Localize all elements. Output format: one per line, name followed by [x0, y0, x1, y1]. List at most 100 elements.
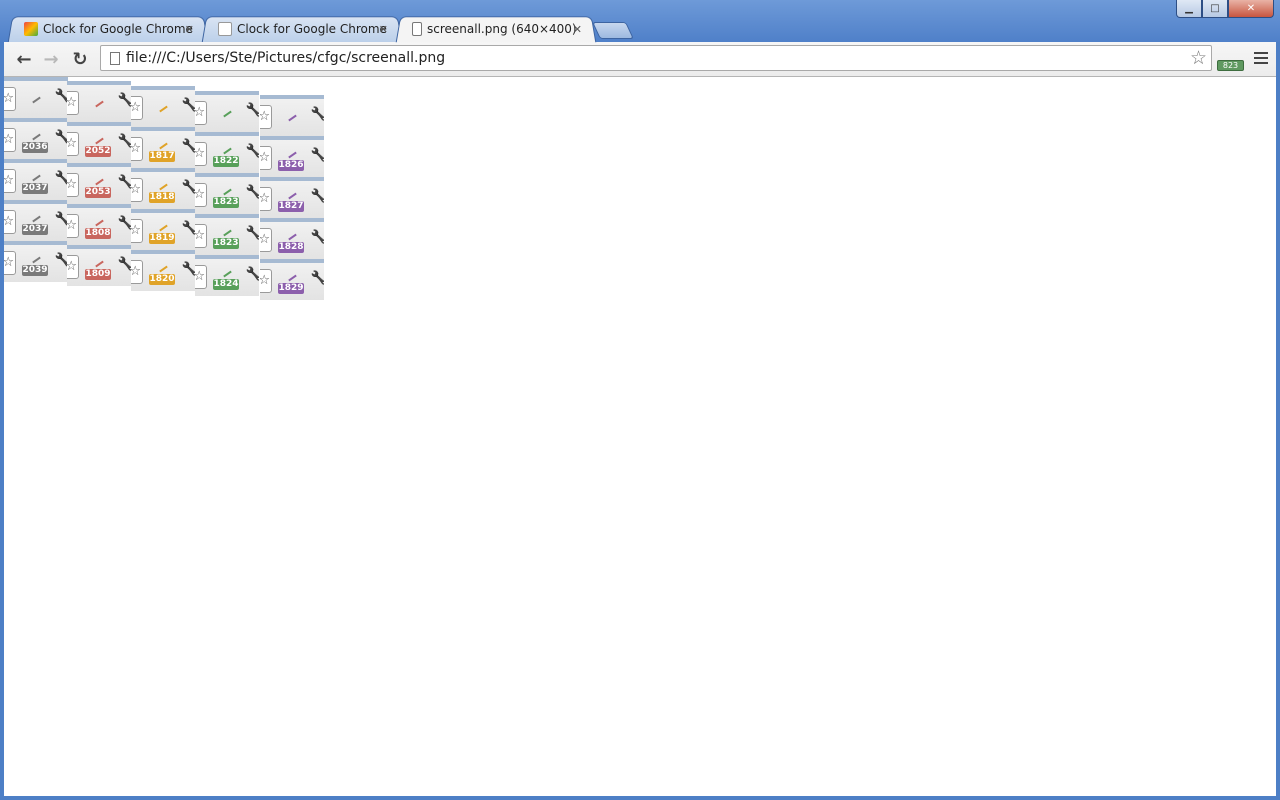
star-icon: ☆ — [67, 214, 79, 238]
wrench-icon: 🔧 — [182, 180, 195, 195]
sprite-cell: ☆2037🔧 — [4, 200, 68, 241]
star-icon: ☆ — [260, 228, 272, 252]
clock-hand-icon — [288, 114, 297, 122]
clock-hand-icon — [223, 147, 232, 155]
star-icon: ☆ — [131, 137, 143, 161]
time-badge: 2039 — [22, 265, 48, 276]
time-badge: 2052 — [85, 146, 111, 157]
sprite-cell: ☆ 1828 🔧 — [260, 218, 324, 259]
tab-content: Clock for Google Chrome ✕ — [218, 16, 394, 42]
clock-extension-button[interactable]: 823 — [1217, 52, 1244, 71]
wrench-icon: 🔧 — [246, 226, 259, 241]
wrench-icon: 🔧 — [118, 257, 131, 272]
close-window-button[interactable]: ✕ — [1228, 0, 1274, 18]
clock-hand-icon — [159, 224, 168, 232]
wrench-icon: 🔧 — [118, 134, 131, 149]
window-frame-right — [1276, 42, 1280, 800]
star-icon: ☆ — [195, 101, 207, 125]
wrench-icon: 🔧 — [246, 185, 259, 200]
minimize-button[interactable]: ▁ — [1176, 0, 1202, 18]
clock-hand-icon — [288, 151, 297, 159]
sprite-cell: ☆ 1819 🔧 — [131, 209, 195, 250]
star-icon: ☆ — [4, 169, 16, 193]
star-icon: ☆ — [195, 142, 207, 166]
star-icon: ☆ — [67, 255, 79, 279]
sprite-cell: ☆ 2052 🔧 — [67, 122, 131, 163]
tab-content: Clock for Google Chrome ✕ — [24, 16, 200, 42]
time-badge: 2037 — [22, 183, 48, 194]
page-content: ☆🔧☆2036🔧☆2037🔧☆2037🔧☆2039🔧☆🔧☆2052🔧☆2053🔧… — [4, 77, 1276, 796]
star-icon: ☆ — [195, 265, 207, 289]
sprite-cell: ☆ 1827 🔧 — [260, 177, 324, 218]
wrench-icon: 🔧 — [311, 148, 324, 163]
time-badge: 1824 — [213, 279, 239, 290]
wrench-icon: 🔧 — [118, 175, 131, 190]
star-icon: ☆ — [4, 87, 16, 111]
sprite-cell: ☆ 1820 🔧 — [131, 250, 195, 291]
time-badge: 1823 — [213, 238, 239, 249]
tab-title: Clock for Google Chrome — [237, 22, 387, 36]
forward-button[interactable]: → — [39, 47, 63, 71]
reload-button[interactable]: ↻ — [68, 47, 92, 71]
clock-hand-icon — [223, 229, 232, 237]
page-icon — [412, 22, 422, 36]
wrench-icon: 🔧 — [118, 216, 131, 231]
sprite-cell: ☆🔧 — [131, 86, 195, 127]
star-icon: ☆ — [4, 210, 16, 234]
time-badge: 1819 — [149, 233, 175, 244]
sprite-cell: ☆ 1817 🔧 — [131, 127, 195, 168]
wrench-icon: 🔧 — [182, 98, 195, 113]
clock-hand-icon — [32, 256, 41, 264]
sprite-column: ☆🔧☆1822🔧☆1823🔧☆1823🔧☆1824🔧 — [195, 91, 259, 296]
wrench-icon: 🔧 — [182, 262, 195, 277]
sprite-cell: ☆🔧 — [4, 77, 68, 118]
clock-hand-icon — [95, 260, 104, 268]
wrench-icon: 🔧 — [182, 221, 195, 236]
clock-hand-icon — [95, 178, 104, 186]
time-badge: 2037 — [22, 224, 48, 235]
address-bar[interactable]: file:///C:/Users/Ste/Pictures/cfgc/scree… — [100, 45, 1212, 71]
sprite-cell: ☆ 1824 🔧 — [195, 255, 259, 296]
clock-hand-icon — [288, 274, 297, 282]
sprite-cell: ☆🔧 — [260, 95, 324, 136]
wrench-icon: 🔧 — [311, 271, 324, 286]
chrome-menu-icon[interactable] — [1254, 52, 1268, 67]
wrench-icon: 🔧 — [311, 189, 324, 204]
url-text[interactable]: file:///C:/Users/Ste/Pictures/cfgc/scree… — [126, 50, 445, 66]
star-icon: ☆ — [131, 260, 143, 284]
tab-content: screenall.png (640×400) ✕ — [412, 16, 588, 42]
back-button[interactable]: ← — [12, 47, 36, 71]
time-badge: 1828 — [278, 242, 304, 253]
clock-hand-icon — [159, 105, 168, 113]
tab-title: Clock for Google Chrome — [43, 22, 193, 36]
sprite-column: ☆🔧☆2036🔧☆2037🔧☆2037🔧☆2039🔧 — [4, 77, 68, 282]
new-tab-button[interactable] — [592, 22, 634, 39]
sprite-column: ☆🔧☆1817🔧☆1818🔧☆1819🔧☆1820🔧 — [131, 86, 195, 291]
sprite-cell: ☆2039🔧 — [4, 241, 68, 282]
wrench-icon: 🔧 — [246, 103, 259, 118]
star-icon: ☆ — [4, 128, 16, 152]
time-badge: 1823 — [213, 197, 239, 208]
star-icon: ☆ — [195, 183, 207, 207]
bookmark-star-icon[interactable]: ☆ — [1190, 47, 1207, 69]
star-icon: ☆ — [131, 219, 143, 243]
tab-close-icon[interactable]: ✕ — [379, 23, 388, 36]
tab-close-icon[interactable]: ✕ — [573, 23, 582, 36]
gmail-icon — [218, 22, 232, 36]
star-icon: ☆ — [67, 132, 79, 156]
clock-hand-icon — [95, 219, 104, 227]
wrench-icon: 🔧 — [246, 144, 259, 159]
star-icon: ☆ — [260, 269, 272, 293]
wrench-icon: 🔧 — [182, 139, 195, 154]
time-badge: 1808 — [85, 228, 111, 239]
sprite-column: ☆🔧☆2052🔧☆2053🔧☆1808🔧☆1809🔧 — [67, 81, 131, 286]
sprite-cell: ☆ 1822 🔧 — [195, 132, 259, 173]
clock-hand-icon — [288, 192, 297, 200]
clock-hand-icon — [32, 133, 41, 141]
clock-hand-icon — [159, 142, 168, 150]
wrench-icon: 🔧 — [311, 230, 324, 245]
maximize-button[interactable]: □ — [1202, 0, 1228, 18]
clock-hand-icon — [32, 96, 41, 104]
time-badge: 1818 — [149, 192, 175, 203]
tab-close-icon[interactable]: ✕ — [185, 23, 194, 36]
